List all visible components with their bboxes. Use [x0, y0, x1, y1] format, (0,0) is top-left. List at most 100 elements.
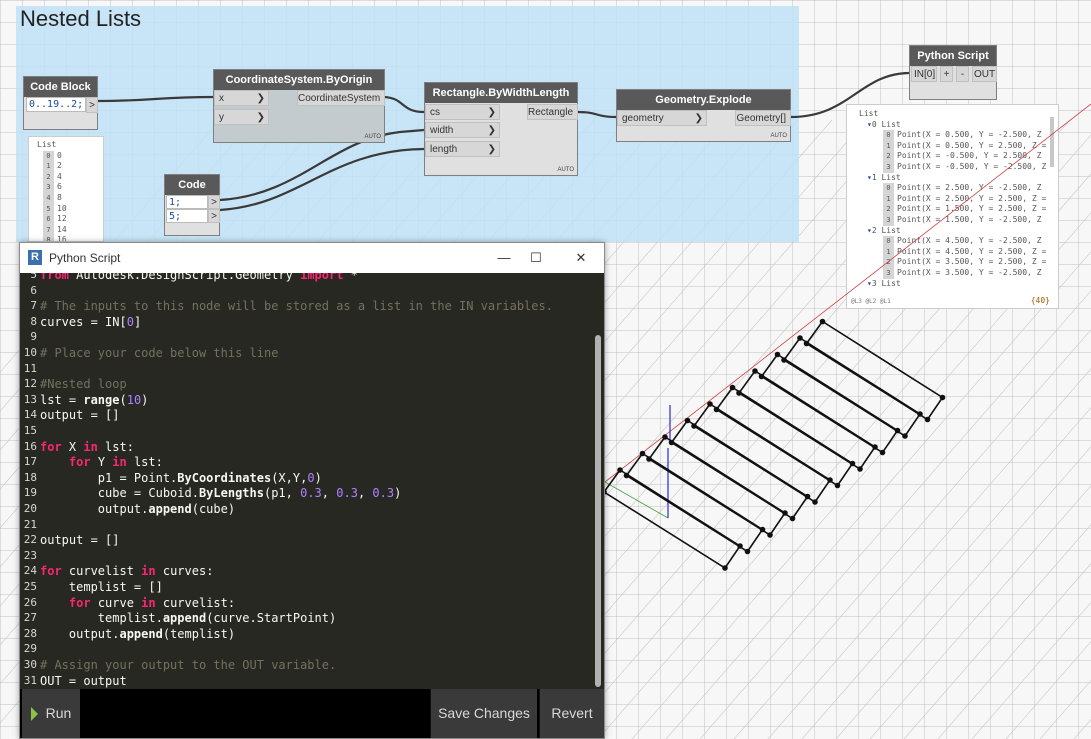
lacing-label: AUTO [770, 133, 787, 139]
output-port-rectangle[interactable]: Rectangle [527, 104, 578, 120]
code-block-line-1[interactable]: 1; [166, 195, 208, 209]
code-line[interactable]: for curvelist in curves: [40, 564, 213, 578]
code-line[interactable]: output.append(templist) [40, 627, 235, 641]
list-group-header[interactable]: ▾1 List [859, 173, 1058, 184]
line-number: 18 [23, 470, 37, 484]
python-script-node[interactable]: Python Script IN[0] + - OUT [909, 45, 997, 100]
chevron-right-icon: ❯ [256, 112, 265, 123]
code-line[interactable]: curves = IN[0] [40, 315, 141, 329]
list-value: 2 [57, 161, 62, 171]
code-line[interactable]: #Nested loop [40, 377, 127, 391]
list-index: 8 [43, 235, 54, 241]
code-token: * [343, 273, 358, 282]
geometry-explode-node[interactable]: Geometry.Explode geometry ❯ Geometry[] AU… [616, 89, 791, 142]
code-editor[interactable]: 5 from Autodesk.DesignScript.Geometry imp… [20, 273, 604, 689]
list-item: 3 Point(X = 1.500, Y = -2.500, Z [859, 214, 1058, 226]
code-line[interactable]: # Place your code below this line [40, 346, 278, 360]
code-line[interactable]: templist = [] [40, 580, 163, 594]
title-bar[interactable]: R Python Script — ☐ ✕ [20, 243, 604, 273]
editor-scrollbar[interactable] [595, 335, 601, 687]
output-port-1[interactable]: > [208, 195, 220, 209]
line-number: 30 [23, 658, 37, 671]
port-label: x [219, 93, 224, 104]
code-line[interactable]: output = [] [40, 533, 119, 547]
watch-preview-range[interactable]: List 0 0 1 2 2 4 3 6 4 8 5 10 6 12 7 14 8 16 [28, 136, 104, 242]
maximize-button[interactable]: ☐ [521, 247, 551, 269]
list-index: 3 [43, 182, 54, 193]
list-index: 0 [883, 236, 894, 247]
rectangle-node[interactable]: Rectangle.ByWidthLength cs ❯ width ❯ lengt… [424, 82, 578, 176]
line-number: 12 [23, 377, 37, 391]
code-block-text[interactable]: 0..19..2; [26, 97, 86, 112]
code-block-line-2[interactable]: 5; [166, 209, 208, 223]
code-token: lst = [40, 392, 84, 407]
line-number: 23 [23, 548, 37, 562]
code-token: # Place your code below this line [40, 346, 279, 360]
output-port[interactable]: > [86, 97, 98, 113]
output-port-2[interactable]: > [208, 209, 220, 223]
list-group-header[interactable]: ▾2 List [859, 226, 1058, 237]
revit-logo-icon: R [28, 250, 42, 265]
line-number: 19 [23, 486, 37, 500]
code-token: in [112, 455, 127, 470]
save-changes-button[interactable]: Save Changes [430, 689, 537, 738]
input-port-width[interactable]: width ❯ [425, 122, 500, 138]
list-group-header[interactable]: ▾3 List [859, 279, 1058, 290]
minimize-button[interactable]: — [489, 247, 519, 269]
watch-title: List [37, 140, 57, 149]
code-token: Y [90, 455, 113, 470]
watch-preview-points[interactable]: List ▾0 List 0 Point(X = 0.500, Y = -2.500… [846, 104, 1059, 309]
port-label: y [219, 112, 224, 123]
line-number: 14 [23, 408, 37, 422]
output-port-geometry-array[interactable]: Geometry[] [735, 110, 791, 126]
code-line[interactable]: # Assign your output to the OUT variable… [40, 658, 336, 672]
close-button[interactable]: ✕ [566, 247, 596, 269]
coordinate-system-node[interactable]: CoordinateSystem.ByOrigin x ❯ y ❯ Coordina… [213, 69, 385, 143]
code-token: ( [119, 392, 127, 407]
code-line[interactable]: # The inputs to this node will be stored… [40, 299, 553, 313]
code-line[interactable]: for Y in lst: [40, 455, 163, 469]
code-line[interactable]: for curve in curvelist: [40, 596, 235, 610]
add-input-button[interactable]: + [940, 66, 953, 82]
code-line[interactable]: lst = range(10) [40, 393, 148, 407]
code-line[interactable]: p1 = Point.ByCoordinates(X,Y,0) [40, 471, 322, 485]
list-index: 1 [43, 161, 54, 172]
code-token: (templist) [162, 626, 236, 641]
code-line[interactable]: for X in lst: [40, 440, 134, 454]
code-line[interactable]: templist.append(curve.StartPoint) [40, 611, 336, 625]
python-editor-window[interactable]: R Python Script — ☐ ✕ 5 from Autodesk.Des… [19, 242, 605, 739]
list-group-header[interactable]: ▾0 List [859, 120, 1058, 131]
port-label: geometry [622, 113, 664, 124]
list-value: 6 [57, 182, 62, 192]
input-port-in0[interactable]: IN[0] [911, 66, 937, 82]
line-number: 29 [23, 642, 37, 656]
revert-button[interactable]: Revert [539, 689, 604, 738]
output-port-coordinatesystem[interactable]: CoordinateSystem [297, 90, 385, 106]
code-line[interactable]: cube = Cuboid.ByLengths(p1, 0.3, 0.3, 0.… [40, 486, 402, 501]
node-header: Python Script [910, 46, 996, 66]
list-value: Point(X = -0.500, Y = 2.500, Z [897, 151, 1042, 161]
code-token: (p1, [263, 486, 301, 501]
input-port-length[interactable]: length ❯ [425, 141, 500, 157]
code-line[interactable]: output.append(cube) [40, 502, 235, 516]
watch-item-count: {40} [1030, 296, 1050, 305]
run-button[interactable]: Run [22, 689, 80, 738]
watch-scrollbar[interactable] [1050, 117, 1054, 167]
output-port-out[interactable]: OUT [972, 66, 997, 82]
input-port-x[interactable]: x ❯ [214, 90, 269, 106]
code-block-node-range[interactable]: Code Block 0..19..2; > [23, 76, 98, 130]
code-block-node-values[interactable]: Code Block 1; 5; > > [164, 174, 220, 236]
line-number: 22 [23, 533, 37, 547]
grid-line [1073, 719, 1091, 739]
code-line[interactable]: OUT = output [40, 674, 127, 688]
input-port-geometry[interactable]: geometry ❯ [617, 110, 707, 126]
code-token: 0.3 [372, 486, 395, 501]
list-value: 14 [57, 224, 67, 234]
input-port-y[interactable]: y ❯ [214, 109, 269, 125]
list-value: 10 [57, 203, 67, 213]
code-token: output. [40, 626, 120, 641]
code-line[interactable]: from Autodesk.DesignScript.Geometry impo… [40, 273, 358, 282]
code-line[interactable]: output = [] [40, 408, 119, 422]
input-port-cs[interactable]: cs ❯ [425, 104, 500, 120]
remove-input-button[interactable]: - [956, 66, 969, 82]
